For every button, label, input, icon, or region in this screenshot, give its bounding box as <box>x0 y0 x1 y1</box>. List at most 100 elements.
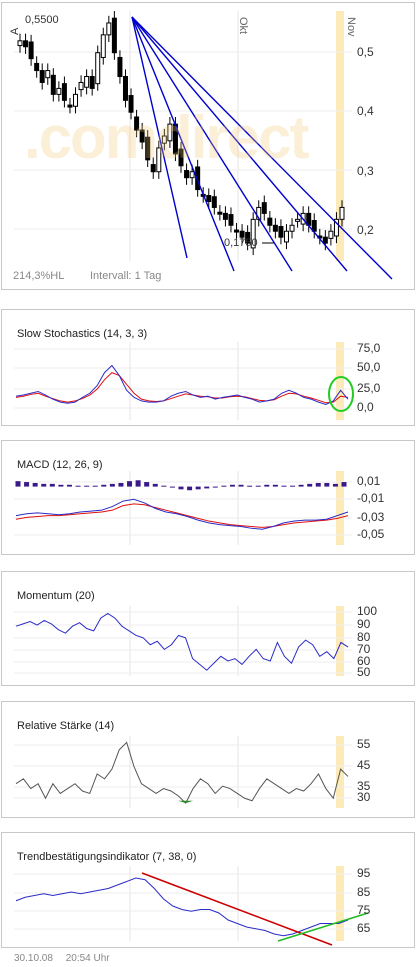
rsi-ytick-0: 55 <box>357 737 371 751</box>
candle-body <box>50 74 56 95</box>
macd-histogram-bar <box>212 486 218 488</box>
macd-histogram-bar <box>161 485 167 487</box>
rsi-panel: Relative Stärke (14) 55 45 35 30 <box>1 701 415 818</box>
candle-body <box>61 83 67 101</box>
footer-date: 30.10.08 <box>14 953 53 964</box>
candle-body <box>217 211 223 215</box>
macd-histogram-bar <box>118 482 124 487</box>
candle-body <box>289 224 295 232</box>
mom-ytick-5: 50 <box>357 665 371 679</box>
macd-histogram-bar <box>238 484 244 487</box>
mom-ytick-0: 100 <box>357 604 378 618</box>
candle-body <box>295 218 301 222</box>
hl-label: 214,3%HL <box>13 270 65 282</box>
stoch-ytick-2: 25,0 <box>357 381 381 395</box>
candle-body <box>328 230 334 239</box>
stoch-ytick-3: 0,0 <box>357 400 374 414</box>
candle-body <box>234 229 240 233</box>
macd-histogram-bar <box>49 483 55 487</box>
macd-histogram-bar <box>247 485 253 487</box>
candle-body <box>261 202 267 214</box>
candle-body <box>189 171 195 179</box>
rsi-line <box>15 741 349 804</box>
macd-histogram-bar <box>178 486 184 490</box>
ytick-2: 0,3 <box>357 164 374 178</box>
macd-histogram-bar <box>75 485 81 487</box>
candle-body <box>100 34 106 58</box>
trend-down-line <box>141 872 333 946</box>
rsi-ytick-3: 30 <box>357 790 371 804</box>
rsi-oversold-fill <box>178 800 194 804</box>
candle-body <box>45 70 51 79</box>
candle-body <box>222 212 228 220</box>
candle-body <box>283 230 289 243</box>
macd-histogram-bar <box>135 480 141 487</box>
macd-histogram-bar <box>324 482 330 487</box>
macd-histogram-bar <box>58 484 64 487</box>
candle-body <box>56 87 62 95</box>
macd-histogram-bar <box>41 483 47 487</box>
today-highlight <box>336 606 344 676</box>
macd-histogram-bar <box>101 484 107 487</box>
main-chart-panel: .comdirect 0,5 0,4 0,3 0,2 A 0,5500 0,17… <box>1 2 415 290</box>
macd-histogram-bar <box>229 484 235 487</box>
trend-ytick-0: 95 <box>357 866 371 880</box>
candle-body <box>78 81 84 91</box>
macd-ytick-2: -0,03 <box>357 510 385 524</box>
macd-histogram-bar <box>272 484 278 487</box>
macd-ytick-0: 0,01 <box>357 474 381 488</box>
macd-histogram-bar <box>315 482 321 487</box>
macd-histogram-bar <box>298 484 304 487</box>
candle-body <box>23 40 29 48</box>
watermark: .comdirect <box>24 104 309 171</box>
ytick-1: 0,4 <box>357 104 374 118</box>
macd-histogram-bar <box>264 484 270 487</box>
trend-panel: Trendbestätigungsindikator (7, 38, 0) 95… <box>1 832 415 948</box>
candle-body <box>117 56 123 78</box>
ytick-3: 0,2 <box>357 223 374 237</box>
symbol-label: A <box>9 27 21 35</box>
trend-svg <box>14 866 369 946</box>
candle-body <box>322 236 328 244</box>
candle-body <box>84 76 90 88</box>
macd-ytick-3: -0,05 <box>357 527 385 541</box>
candle-body <box>28 41 34 60</box>
footer: 30.10.08 20:54 Uhr <box>14 953 120 964</box>
candle-body <box>89 76 95 89</box>
macd-histogram-bar <box>204 486 210 489</box>
macd-histogram-bar <box>24 482 30 487</box>
stochastics-panel: Slow Stochastics (14, 3, 3) 75,0 50,0 25… <box>1 309 415 426</box>
candle-body <box>122 76 128 101</box>
low-annotation: 0,1750 <box>224 237 258 249</box>
macd-histogram-bar <box>332 483 338 487</box>
high-annotation: 0,5500 <box>25 14 59 26</box>
candle-body <box>278 225 284 238</box>
rsi-svg <box>14 736 352 808</box>
momentum-svg <box>14 606 352 676</box>
candle-body <box>95 52 101 85</box>
trend-up-line <box>277 912 369 942</box>
macd-histogram-bar <box>144 482 150 487</box>
candle-body <box>39 70 45 83</box>
momentum-panel: Momentum (20) 100 90 80 70 60 50 <box>1 571 415 686</box>
month-label-okt: Okt <box>237 17 249 35</box>
macd-histogram-bar <box>255 485 261 487</box>
macd-histogram-bar <box>169 486 175 488</box>
stoch-ytick-1: 50,0 <box>357 360 381 374</box>
macd-histogram-bar <box>152 483 158 487</box>
candle-body <box>211 196 217 208</box>
macd-histogram-bar <box>341 482 347 487</box>
candle-body <box>17 40 23 47</box>
macd-panel: MACD (12, 26, 9) 0,01 -0,01 -0,03 -0,05 <box>1 440 415 555</box>
candle-body <box>272 224 278 232</box>
candle-body <box>111 17 117 54</box>
stoch-ytick-0: 75,0 <box>357 341 381 355</box>
trend-line <box>15 877 349 937</box>
macd-histogram-bar <box>127 481 133 487</box>
trend-ytick-2: 75 <box>357 903 371 917</box>
macd-ytick-1: -0,01 <box>357 491 385 505</box>
macd-histogram-bar <box>281 485 287 487</box>
candle-body <box>206 195 212 202</box>
macd-histogram-bar <box>15 481 21 487</box>
today-highlight <box>336 866 344 941</box>
